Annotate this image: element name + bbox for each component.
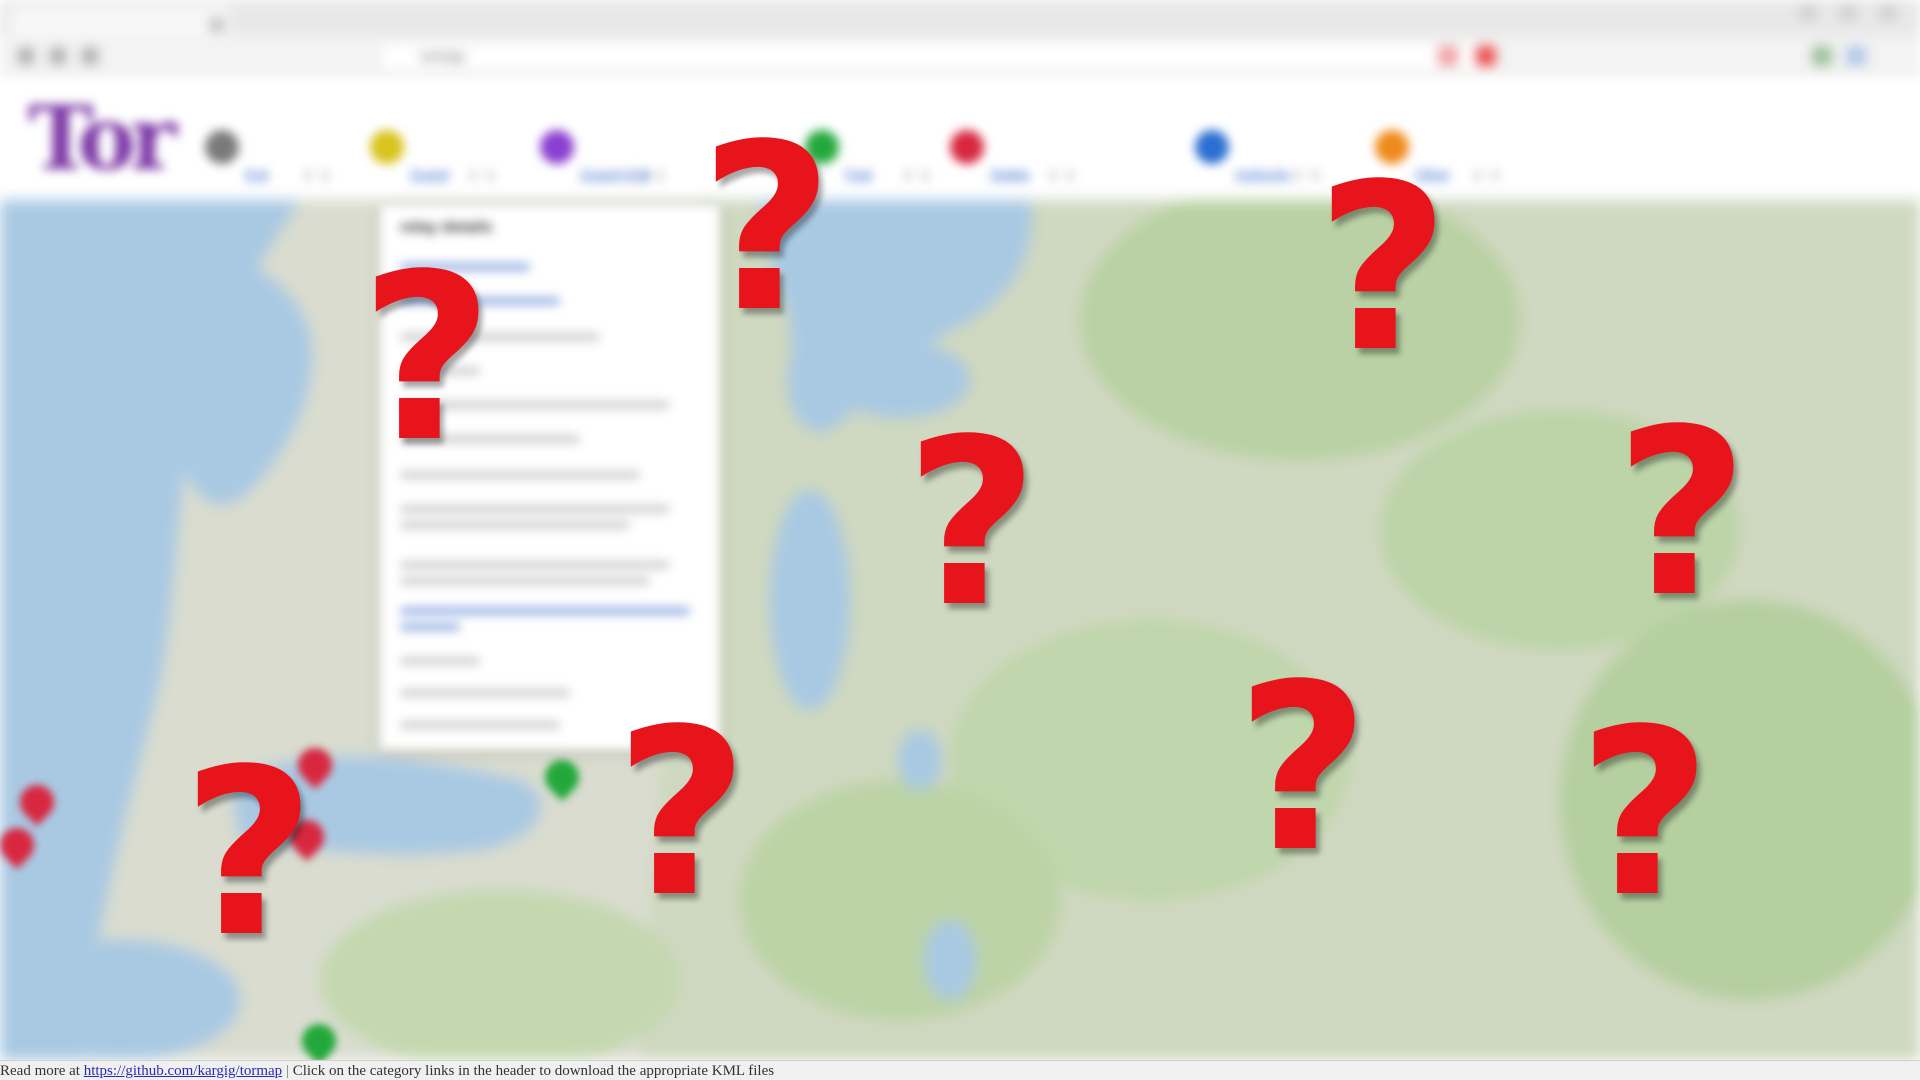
menu-icon[interactable] (1846, 46, 1866, 66)
popup-link[interactable] (400, 607, 690, 615)
circle-yellow-icon (370, 130, 404, 164)
circle-blue-icon (1195, 130, 1229, 164)
extension-icon[interactable] (1476, 46, 1496, 66)
question-mark: ? (615, 681, 749, 948)
question-mark: ? (1236, 636, 1370, 903)
category-count: (···) (470, 166, 494, 182)
popup-text-line (400, 721, 560, 729)
category-count: (···) (1295, 166, 1319, 182)
back-icon[interactable] (18, 48, 34, 64)
reload-icon[interactable] (82, 48, 98, 64)
browser-chrome: tormap (0, 0, 1920, 80)
question-mark: ? (1615, 381, 1749, 648)
category-label[interactable]: Exit (245, 166, 268, 182)
category-label[interactable]: Guard (410, 166, 449, 182)
minimize-icon[interactable] (1800, 6, 1816, 20)
forward-icon[interactable] (50, 48, 66, 64)
category-count: (···) (305, 166, 329, 182)
question-mark: ? (1578, 681, 1712, 948)
relay-marker-red[interactable] (0, 820, 42, 872)
popup-text-line (400, 577, 650, 585)
footer-note: Click on the category links in the heade… (292, 1063, 775, 1079)
footer-status: Read more at https://github.com/kargig/t… (0, 1060, 1920, 1080)
browser-tab[interactable] (10, 6, 230, 36)
question-mark: ? (182, 721, 316, 988)
footer-prefix: Read more at (0, 1063, 80, 1079)
popup-text-line (400, 689, 570, 697)
footer-separator: | (285, 1063, 289, 1079)
popup-link[interactable] (400, 623, 460, 631)
circle-red-icon (950, 130, 984, 164)
category-label[interactable]: Fast (845, 166, 872, 182)
popup-text-line (400, 505, 670, 513)
circle-purple-icon (540, 130, 574, 164)
category-count: (···) (1050, 166, 1074, 182)
url-text: tormap (421, 48, 465, 64)
category-label[interactable]: Stable (990, 166, 1030, 182)
site-header: Tor Exit (···) Guard (···) Guard+Exit (···) Fa… (0, 80, 1920, 200)
profile-icon[interactable] (1812, 46, 1832, 66)
close-tab-icon[interactable] (210, 18, 224, 32)
popup-text-line (400, 657, 480, 665)
maximize-icon[interactable] (1840, 6, 1856, 20)
github-link[interactable]: https://github.com/kargig/tormap (84, 1063, 282, 1079)
relay-marker-green[interactable] (537, 752, 587, 804)
category-count: (···) (1475, 166, 1499, 182)
relay-marker-red[interactable] (12, 777, 62, 829)
address-bar[interactable]: tormap (380, 42, 1502, 72)
extension-icon[interactable] (1438, 46, 1458, 66)
question-mark: ? (1316, 136, 1450, 403)
popup-text-line (400, 521, 630, 529)
category-count: (···) (640, 166, 664, 182)
question-mark: ? (700, 96, 834, 363)
category-label[interactable]: Authority (1235, 166, 1290, 182)
tab-bar (0, 0, 1920, 36)
question-mark: ? (905, 391, 1039, 658)
question-mark: ? (360, 226, 494, 493)
tor-logo[interactable]: Tor (28, 86, 176, 190)
circle-gray-icon (205, 130, 239, 164)
close-window-icon[interactable] (1880, 6, 1896, 20)
popup-text-line (400, 561, 670, 569)
category-count: (···) (905, 166, 929, 182)
